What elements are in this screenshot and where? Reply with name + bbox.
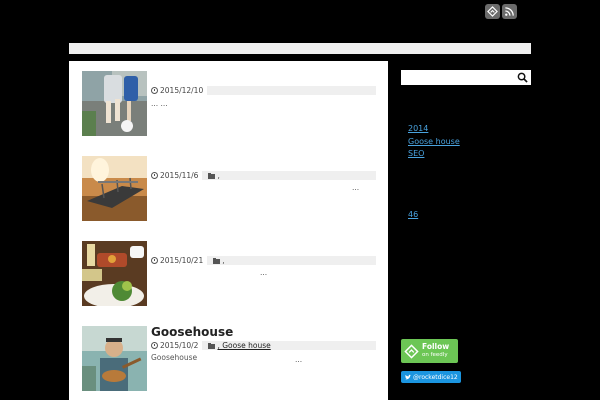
folder-icon <box>213 257 221 264</box>
post-date: 2015/11/6 <box>151 171 203 180</box>
search-icon[interactable] <box>517 72 528 83</box>
post-date: 2015/10/21 <box>151 256 208 265</box>
post-date-text: 2015/12/10 <box>160 86 204 95</box>
post-category-text[interactable]: , <box>222 256 224 265</box>
post-title[interactable]: Goosehouse <box>151 325 233 339</box>
post-category: , <box>213 256 225 265</box>
clock-icon <box>151 342 158 349</box>
sidebar-link-2014[interactable]: 2014 <box>408 123 460 136</box>
global-nav-bar[interactable] <box>69 43 531 54</box>
list-item[interactable]: 2015/11/6 , ... <box>82 156 377 222</box>
sidebar-links: 2014 Goose house SEO <box>408 123 460 161</box>
clock-icon <box>151 257 158 264</box>
post-category-text[interactable]: , <box>217 171 219 180</box>
list-item[interactable]: Goosehouse 2015/10/2 , Goose house Goose… <box>82 325 377 392</box>
post-meta: 2015/12/10 <box>151 86 376 95</box>
post-category: , <box>208 171 220 180</box>
post-thumbnail[interactable] <box>82 241 147 306</box>
sidebar <box>401 70 531 85</box>
post-date-text: 2015/11/6 <box>160 171 199 180</box>
post-meta: 2015/10/21 , <box>151 256 376 265</box>
feedly-icon[interactable] <box>485 4 500 19</box>
twitter-bird-icon <box>404 374 411 379</box>
post-excerpt-ellipsis: ... <box>295 355 303 364</box>
folder-icon <box>208 172 216 179</box>
post-thumbnail[interactable] <box>82 326 147 391</box>
feedly-label-main: Follow <box>422 342 450 351</box>
post-date: 2015/12/10 <box>151 86 208 95</box>
list-item[interactable]: 2015/12/10 ... ... <box>82 71 377 137</box>
folder-icon <box>208 342 216 349</box>
post-excerpt-ellipsis: ... <box>260 268 268 277</box>
post-date-text: 2015/10/21 <box>160 256 204 265</box>
post-list: 2015/12/10 ... ... 2015/11/6 , ... 2015/… <box>69 61 388 400</box>
sidebar-link-goose-house[interactable]: Goose house <box>408 136 460 149</box>
clock-icon <box>151 172 158 179</box>
post-excerpt: ... ... <box>151 99 168 108</box>
post-category: , Goose house <box>208 341 271 350</box>
feedly-label-sub: on feedly <box>422 352 448 358</box>
search-form <box>401 70 531 85</box>
header-social-icons <box>485 4 517 19</box>
rss-icon[interactable] <box>502 4 517 19</box>
post-thumbnail[interactable] <box>82 71 147 136</box>
twitter-handle: @rocketdice12 <box>413 373 458 381</box>
post-date: 2015/10/2 <box>151 341 203 350</box>
post-meta: 2015/11/6 , <box>151 171 376 180</box>
post-meta: 2015/10/2 , Goose house <box>151 341 376 350</box>
list-item[interactable]: 2015/10/21 , ... <box>82 241 377 307</box>
sidebar-number-link[interactable]: 46 <box>408 210 418 219</box>
clock-icon <box>151 87 158 94</box>
post-category-text[interactable]: , Goose house <box>217 341 270 350</box>
feedly-icon <box>404 343 419 359</box>
follow-on-feedly-button[interactable]: Follow on feedly <box>401 339 458 363</box>
post-excerpt: Goosehouse <box>151 353 198 362</box>
post-date-text: 2015/10/2 <box>160 341 199 350</box>
post-thumbnail[interactable] <box>82 156 147 221</box>
twitter-follow-button[interactable]: @rocketdice12 <box>401 371 461 383</box>
feedly-label: Follow on feedly <box>422 343 449 359</box>
post-excerpt-ellipsis: ... <box>352 183 360 192</box>
sidebar-link-seo[interactable]: SEO <box>408 148 460 161</box>
search-input[interactable] <box>401 70 513 85</box>
